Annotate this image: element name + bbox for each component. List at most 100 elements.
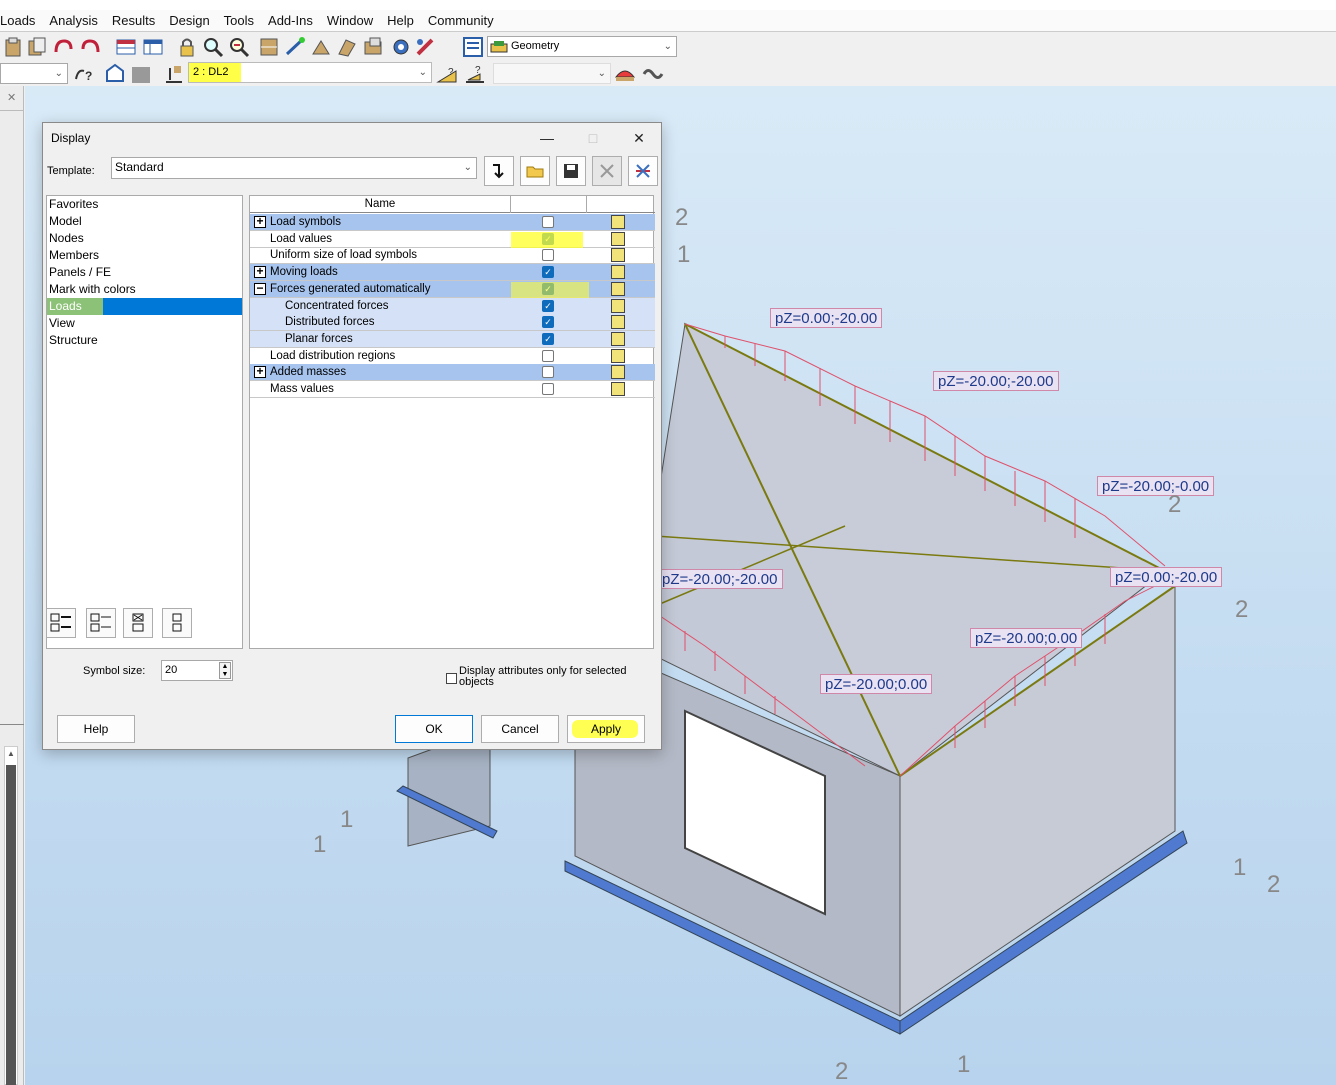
menu-loads[interactable]: Loads bbox=[0, 13, 35, 28]
category-item[interactable]: Model bbox=[47, 213, 242, 230]
grid-row[interactable]: + Load symbols bbox=[250, 214, 655, 231]
open-template-button[interactable] bbox=[520, 156, 550, 186]
selection-help-icon[interactable]: ? bbox=[72, 63, 94, 85]
ok-button[interactable]: OK bbox=[395, 715, 473, 743]
row-checkbox[interactable] bbox=[542, 349, 554, 362]
display-icon[interactable] bbox=[462, 36, 484, 58]
expander-icon[interactable]: + bbox=[254, 265, 266, 279]
category-item[interactable]: Nodes bbox=[47, 230, 242, 247]
grid-row[interactable]: Distributed forces ✓ bbox=[250, 314, 655, 332]
grey-box-icon[interactable] bbox=[130, 63, 152, 85]
display-dialog: Display — □ ✕ Template: Standard ⌄ Favor… bbox=[42, 122, 662, 750]
grid-row[interactable]: −Forces generated automatically✓ bbox=[250, 280, 655, 298]
panels-icon[interactable] bbox=[336, 36, 358, 58]
grid-row[interactable]: Planar forces ✓ bbox=[250, 330, 655, 348]
row-symbol-icon bbox=[611, 248, 625, 263]
row-checkbox[interactable] bbox=[542, 366, 554, 379]
row-symbol-icon bbox=[611, 365, 625, 380]
axis-label: 1 bbox=[957, 1051, 971, 1078]
load-case-icon[interactable] bbox=[162, 63, 184, 85]
category-item[interactable]: Favorites bbox=[47, 196, 242, 213]
category-item-loads[interactable]: Loads bbox=[47, 298, 242, 315]
redo-icon[interactable] bbox=[80, 36, 102, 58]
menu-bar: Loads Analysis Results Design Tools Add-… bbox=[0, 0, 1336, 32]
save-template-button[interactable] bbox=[556, 156, 586, 186]
scroll-up-icon[interactable]: ▲ bbox=[7, 749, 15, 758]
load-definition-icon[interactable]: ? bbox=[436, 63, 458, 85]
expander-icon[interactable]: − bbox=[254, 282, 266, 295]
zoom-icon[interactable] bbox=[202, 36, 224, 58]
apply-button[interactable]: Apply bbox=[567, 715, 645, 743]
calculate-icon[interactable] bbox=[614, 63, 636, 85]
category-item[interactable]: Mark with colors bbox=[47, 281, 242, 298]
row-checkbox[interactable]: ✓ bbox=[542, 266, 554, 279]
spin-buttons[interactable]: ▲ ▼ bbox=[219, 662, 231, 679]
check-all-button[interactable] bbox=[46, 608, 76, 638]
row-checkbox[interactable]: ✓ bbox=[542, 316, 554, 329]
menu-design[interactable]: Design bbox=[169, 13, 209, 28]
scrollbar-thumb[interactable] bbox=[6, 765, 16, 1085]
selected-only-checkbox[interactable] bbox=[446, 673, 457, 684]
row-checkbox[interactable]: ✓ bbox=[542, 299, 554, 312]
scrollbar[interactable]: ▲ bbox=[4, 746, 18, 1085]
row-checkbox[interactable] bbox=[542, 216, 554, 228]
selection-combo[interactable]: ⌄ bbox=[0, 63, 68, 84]
cancel-button[interactable]: Cancel bbox=[481, 715, 559, 743]
menu-add-ins[interactable]: Add-Ins bbox=[268, 13, 313, 28]
structure-view-icon[interactable] bbox=[104, 63, 126, 85]
menu-tools[interactable]: Tools bbox=[224, 13, 254, 28]
grid-row[interactable]: Mass values bbox=[250, 381, 655, 398]
check-selected-button[interactable] bbox=[123, 608, 153, 638]
menu-results[interactable]: Results bbox=[112, 13, 155, 28]
template-combo[interactable]: Standard ⌄ bbox=[111, 157, 477, 179]
grid-row[interactable]: + Moving loads ✓ bbox=[250, 264, 655, 282]
objects-icon[interactable] bbox=[362, 36, 384, 58]
menu-window[interactable]: Window bbox=[327, 13, 373, 28]
row-checkbox[interactable] bbox=[542, 383, 554, 395]
undo-icon[interactable] bbox=[52, 36, 74, 58]
supports-icon[interactable] bbox=[310, 36, 332, 58]
expander-icon[interactable]: + bbox=[254, 215, 266, 228]
bars-icon[interactable] bbox=[284, 36, 306, 58]
menu-help[interactable]: Help bbox=[387, 13, 414, 28]
category-item[interactable]: Panels / FE bbox=[47, 264, 242, 281]
symbol-size-input[interactable]: 20 ▲ ▼ bbox=[161, 660, 233, 681]
uncheck-selected-button[interactable] bbox=[162, 608, 192, 638]
close-icon[interactable]: ✕ bbox=[616, 125, 662, 153]
row-checkbox[interactable]: ✓ bbox=[542, 332, 554, 345]
grid-row[interactable]: Load distribution regions bbox=[250, 348, 655, 365]
expander-icon[interactable]: + bbox=[254, 365, 266, 379]
tools-icon[interactable] bbox=[414, 36, 436, 58]
layout-combo[interactable]: Geometry ⌄ bbox=[487, 36, 677, 57]
category-item[interactable]: Members bbox=[47, 247, 242, 264]
category-item[interactable]: Structure bbox=[47, 332, 242, 349]
table-icon[interactable] bbox=[115, 36, 137, 58]
table-edit-icon[interactable] bbox=[142, 36, 164, 58]
apply-template-button[interactable] bbox=[484, 156, 514, 186]
grid-row[interactable]: + Added masses bbox=[250, 364, 655, 382]
grid-row[interactable]: Concentrated forces ✓ bbox=[250, 297, 655, 315]
uncheck-all-button[interactable] bbox=[86, 608, 116, 638]
copy-icon[interactable] bbox=[26, 36, 48, 58]
settings-icon[interactable] bbox=[390, 36, 412, 58]
zoom-window-icon[interactable] bbox=[228, 36, 250, 58]
load-case-combo[interactable]: 2 : DL2 ⌄ bbox=[188, 62, 432, 83]
nodes-icon[interactable] bbox=[258, 36, 280, 58]
grid-row[interactable]: Load values✓ bbox=[250, 231, 655, 248]
menu-analysis[interactable]: Analysis bbox=[49, 13, 97, 28]
category-item[interactable]: View bbox=[47, 315, 242, 332]
minimize-icon[interactable]: — bbox=[524, 125, 570, 153]
help-button[interactable]: Help bbox=[57, 715, 135, 743]
row-name: Load symbols bbox=[270, 216, 341, 228]
results-icon[interactable] bbox=[642, 63, 664, 85]
reset-template-button[interactable] bbox=[628, 156, 658, 186]
menu-community[interactable]: Community bbox=[428, 13, 494, 28]
calculation-combo[interactable]: ⌄ bbox=[493, 63, 611, 84]
paste-icon[interactable] bbox=[2, 36, 24, 58]
grid-row[interactable]: Uniform size of load symbols bbox=[250, 247, 655, 265]
load-table-icon[interactable]: ? bbox=[464, 63, 486, 85]
row-checkbox[interactable] bbox=[542, 249, 554, 262]
close-icon[interactable]: ✕ bbox=[7, 91, 16, 104]
selected-only-label: Display attributes only for selected obj… bbox=[459, 665, 627, 688]
lock-icon[interactable] bbox=[176, 36, 198, 58]
